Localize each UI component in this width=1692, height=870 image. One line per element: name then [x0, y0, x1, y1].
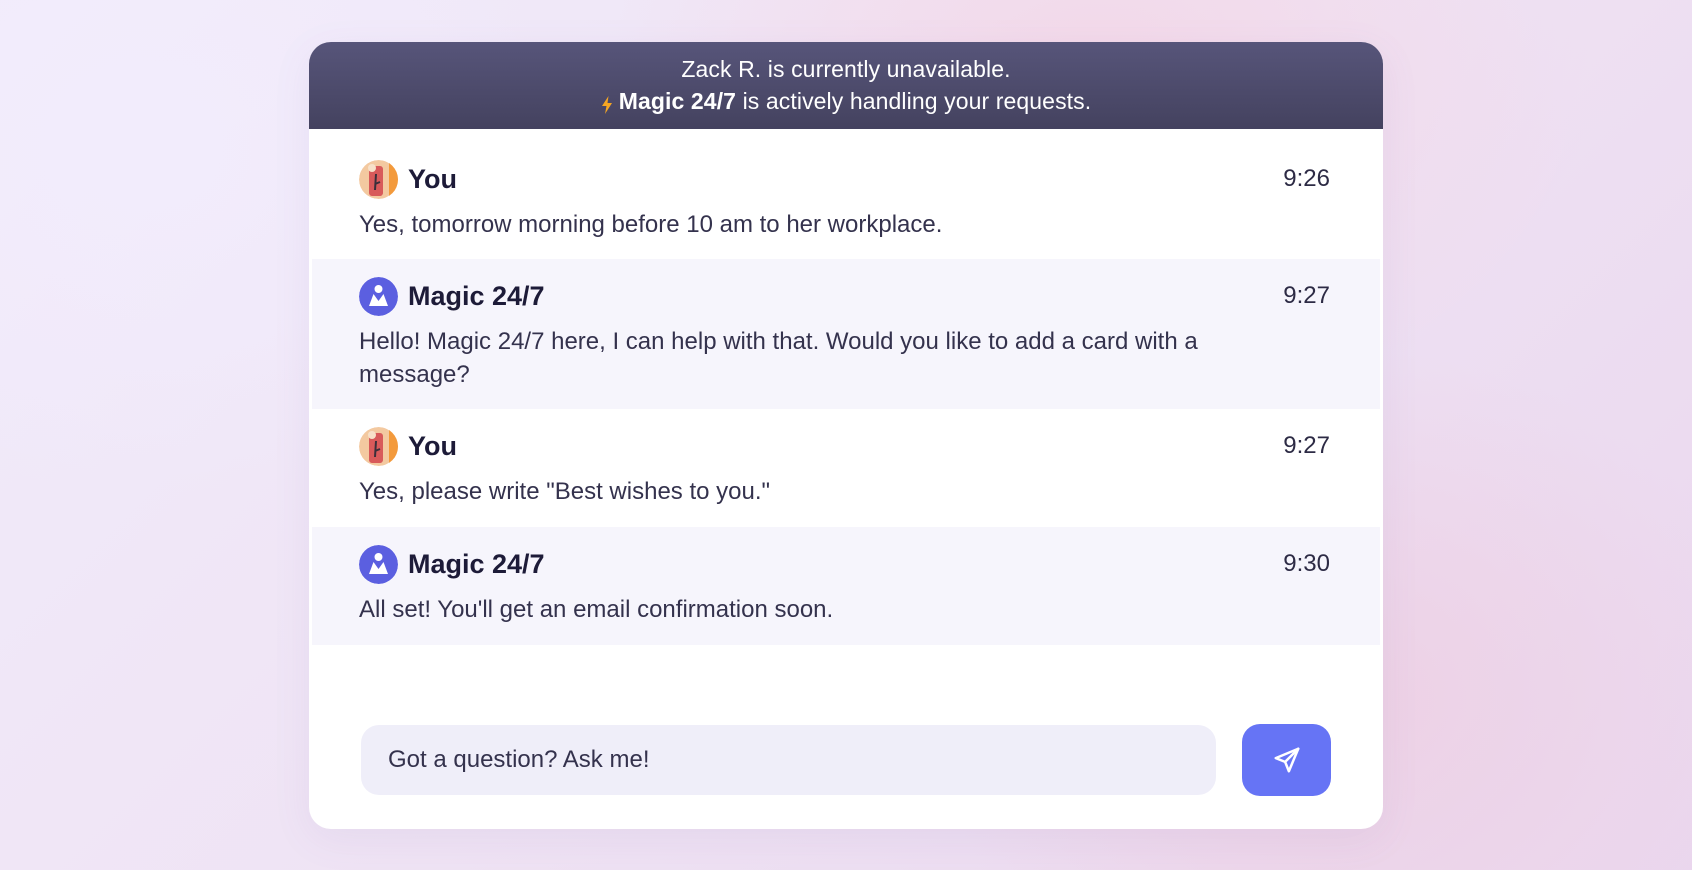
- message-item: You 9:27 Yes, please write "Best wishes …: [312, 409, 1380, 527]
- message-composer: [361, 724, 1331, 796]
- user-avatar: [359, 159, 398, 199]
- message-time: 9:26: [1283, 165, 1330, 192]
- lightning-bolt-icon: [601, 93, 613, 114]
- paper-plane-icon: [1272, 745, 1302, 775]
- message-header: You 9:27: [359, 426, 1330, 466]
- sender-name: Magic 24/7: [408, 548, 545, 579]
- message-time: 9:27: [1283, 432, 1330, 459]
- user-avatar: [359, 426, 398, 466]
- message-time: 9:27: [1283, 282, 1330, 309]
- message-text: Yes, please write "Best wishes to you.": [359, 478, 771, 505]
- availability-banner: Zack R. is currently unavailable. Magic …: [309, 42, 1383, 129]
- magic-avatar: [359, 544, 398, 584]
- message-list: You 9:26 Yes, tomorrow morning before 10…: [309, 129, 1383, 645]
- sender-name: You: [408, 163, 457, 194]
- sender-name: Magic 24/7: [408, 280, 545, 311]
- magic-avatar: [359, 276, 398, 316]
- banner-unavailable-text: Zack R. is currently unavailable.: [681, 56, 1011, 82]
- message-header: You 9:26: [359, 159, 1330, 199]
- banner-status-text: is actively handling your requests.: [742, 88, 1092, 114]
- message-item: You 9:26 Yes, tomorrow morning before 10…: [312, 129, 1380, 259]
- chat-panel: Zack R. is currently unavailable. Magic …: [309, 42, 1383, 829]
- message-header: Magic 24/7 9:27: [359, 276, 1330, 316]
- message-time: 9:30: [1283, 550, 1330, 577]
- message-text: All set! You'll get an email confirmatio…: [359, 596, 834, 623]
- message-item: Magic 24/7 9:30 All set! You'll get an e…: [312, 527, 1380, 645]
- sender-name: You: [408, 430, 457, 461]
- banner-status-line: Magic 24/7 is actively handling your req…: [309, 88, 1383, 115]
- message-header: Magic 24/7 9:30: [359, 544, 1330, 584]
- send-button[interactable]: [1242, 724, 1331, 796]
- banner-agent-name: Magic 24/7: [618, 88, 737, 114]
- message-text: Yes, tomorrow morning before 10 am to he…: [359, 211, 943, 238]
- message-text: Hello! Magic 24/7 here, I can help with …: [359, 328, 1198, 388]
- message-input[interactable]: [361, 725, 1216, 795]
- message-item: Magic 24/7 9:27 Hello! Magic 24/7 here, …: [312, 259, 1380, 409]
